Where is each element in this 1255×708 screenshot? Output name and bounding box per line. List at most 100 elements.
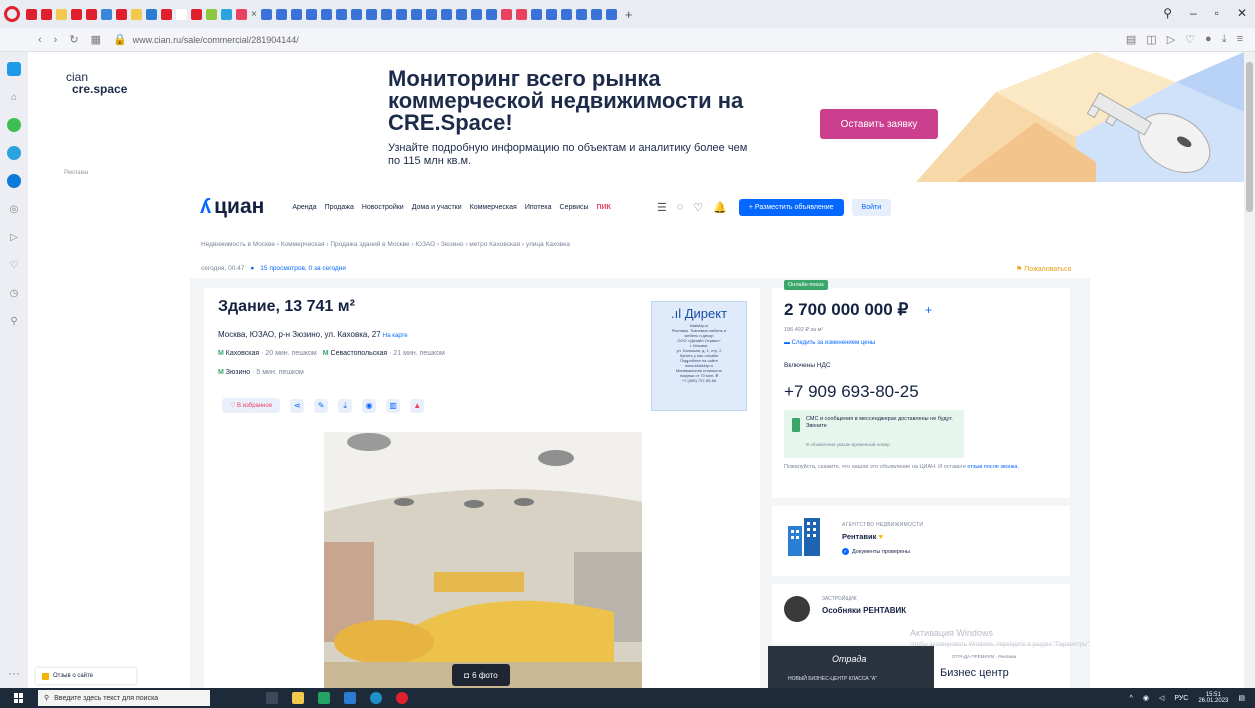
task-view-icon[interactable] (266, 692, 278, 704)
back-icon[interactable]: ‹ (38, 34, 42, 46)
tab-favicon[interactable] (146, 8, 157, 20)
tab-favicon[interactable] (530, 8, 542, 20)
tab-favicon[interactable] (395, 8, 407, 20)
close-window-icon[interactable]: ✕ (1237, 6, 1247, 20)
nav-item[interactable]: Ипотека (525, 204, 552, 211)
notifications-icon[interactable]: 🔔 (713, 201, 727, 214)
windows-start-icon[interactable] (14, 693, 24, 703)
language-indicator[interactable]: РУС (1174, 695, 1188, 702)
report-icon[interactable]: ▲ (410, 398, 425, 413)
workspace-icon[interactable] (7, 62, 21, 76)
tab-favicon[interactable] (365, 8, 377, 20)
tab-favicon[interactable] (425, 8, 437, 20)
nav-item[interactable]: Дома и участки (412, 204, 462, 211)
agency-name[interactable]: Рентавик ♥ (842, 532, 883, 541)
tab-favicon[interactable] (455, 8, 467, 20)
chat-icon[interactable]: ◌ (677, 201, 684, 214)
banner-request-button[interactable]: Оставить заявку (820, 109, 938, 139)
tab-favicon[interactable] (440, 8, 452, 20)
post-ad-button[interactable]: + Разместить объявление (738, 198, 844, 216)
maximize-icon[interactable]: ▫ (1215, 6, 1219, 20)
tab-favicon[interactable] (515, 8, 527, 20)
tab-favicon[interactable] (176, 8, 187, 20)
tab-favicon[interactable] (86, 8, 97, 20)
home-icon[interactable]: ⌂ (7, 90, 21, 104)
tray-arrow-icon[interactable]: ^ (1130, 695, 1133, 702)
complain-link[interactable]: ⚑ Пожаловаться (1016, 265, 1071, 273)
opera-taskbar-icon[interactable] (396, 692, 408, 704)
music-icon[interactable]: ◎ (7, 202, 21, 216)
tab-favicon[interactable] (26, 8, 37, 20)
price-history-icon[interactable]: + (925, 303, 932, 317)
opera-logo-icon[interactable] (4, 6, 20, 22)
minimize-icon[interactable]: – (1190, 6, 1197, 20)
messenger-icon[interactable] (7, 174, 21, 188)
explorer-icon[interactable] (292, 692, 304, 704)
hide-icon[interactable]: ◉ (362, 398, 377, 413)
login-button[interactable]: Войти (851, 198, 892, 216)
telegram-icon[interactable] (7, 146, 21, 160)
notifications-center-icon[interactable]: ▤ (1238, 694, 1245, 702)
tab-favicon[interactable] (350, 8, 362, 20)
tab-favicon[interactable] (260, 8, 272, 20)
map-link[interactable]: На карте (383, 333, 408, 339)
tab-favicon[interactable] (191, 8, 202, 20)
clock[interactable]: 15:51 26.01.2023 (1198, 692, 1228, 704)
tab-favicon[interactable] (410, 8, 422, 20)
tab-favicon[interactable] (605, 8, 617, 20)
taskbar-search-input[interactable]: ⚲ Введите здесь текст для поиска (38, 690, 210, 706)
history-icon[interactable]: ◷ (7, 286, 21, 300)
nav-item[interactable]: Сервисы (560, 204, 589, 211)
tab-favicon[interactable] (290, 8, 302, 20)
cian-logo[interactable]: ʎ циан (200, 195, 264, 219)
share-icon[interactable]: ⋖ (290, 398, 305, 413)
extensions-icon[interactable]: ▤ (1126, 33, 1136, 46)
note-icon[interactable]: ✎ (314, 398, 329, 413)
yandex-direct-ad[interactable]: .ıl Директ kitaiskiy.ru Реклама. Тканевые… (651, 301, 747, 411)
play-icon[interactable]: ▷ (1167, 33, 1175, 46)
url-field[interactable]: www.cian.ru/sale/commercial/281904144/ (133, 35, 299, 45)
tab-favicon[interactable] (575, 8, 587, 20)
listing-photo[interactable] (324, 432, 642, 688)
search-tabs-icon[interactable]: ⚲ (1163, 6, 1172, 20)
metro-item[interactable]: M Зюзино · 5 мин. пешком (218, 369, 304, 376)
speed-dial-icon[interactable]: ▦ (91, 33, 101, 46)
excel-icon[interactable] (318, 692, 330, 704)
favorites-icon[interactable]: ♡ (693, 201, 703, 214)
forward-icon[interactable]: › (54, 34, 58, 46)
profile-icon[interactable]: ● (1205, 33, 1212, 46)
tab-favicon[interactable] (236, 8, 247, 20)
download-icon[interactable]: ⤓ (1222, 33, 1227, 46)
tab-favicon[interactable] (560, 8, 572, 20)
tab-favicon[interactable] (470, 8, 482, 20)
page-scrollbar-thumb[interactable] (1246, 62, 1253, 212)
views-count[interactable]: 15 просмотров, 0 за сегодня (260, 265, 346, 272)
new-tab-button[interactable]: + (625, 7, 633, 22)
nav-item[interactable]: Аренда (292, 204, 316, 211)
heart-icon[interactable]: ♡ (1185, 33, 1195, 46)
tab-favicon[interactable] (380, 8, 392, 20)
extensions-sidebar-icon[interactable]: ⚲ (7, 314, 21, 328)
download-pdf-icon[interactable]: ⤓ (338, 398, 353, 413)
phone-number[interactable]: +7 909 693-80-25 (784, 382, 919, 402)
nav-item[interactable]: Коммерческая (470, 204, 517, 211)
whatsapp-icon[interactable] (7, 118, 21, 132)
nav-item[interactable]: Продажа (325, 204, 354, 211)
volume-icon[interactable]: ◁ (1159, 694, 1164, 702)
tab-favicon[interactable] (56, 8, 67, 20)
menu-icon[interactable]: ≡ (1237, 33, 1243, 46)
follow-price-link[interactable]: ▬ Следить за изменением цены (784, 340, 875, 346)
metro-item[interactable]: M Севастопольская · 21 мин. пешком (323, 350, 445, 357)
tab-favicon[interactable] (71, 8, 82, 20)
tab-favicon[interactable] (116, 8, 127, 20)
network-icon[interactable]: ◉ (1143, 694, 1149, 702)
site-feedback-button[interactable]: Отзыв о сайте (36, 668, 136, 684)
pinboard-icon[interactable]: ♡ (7, 258, 21, 272)
edge-icon[interactable] (370, 692, 382, 704)
tab-favicon[interactable] (101, 8, 112, 20)
tab-close-icon[interactable]: × (251, 9, 257, 20)
tab-favicon[interactable] (131, 8, 142, 20)
developer-name[interactable]: Особняки РЕНТАВИК (822, 606, 906, 615)
tab-favicon[interactable] (206, 8, 217, 20)
tab-favicon[interactable] (275, 8, 287, 20)
